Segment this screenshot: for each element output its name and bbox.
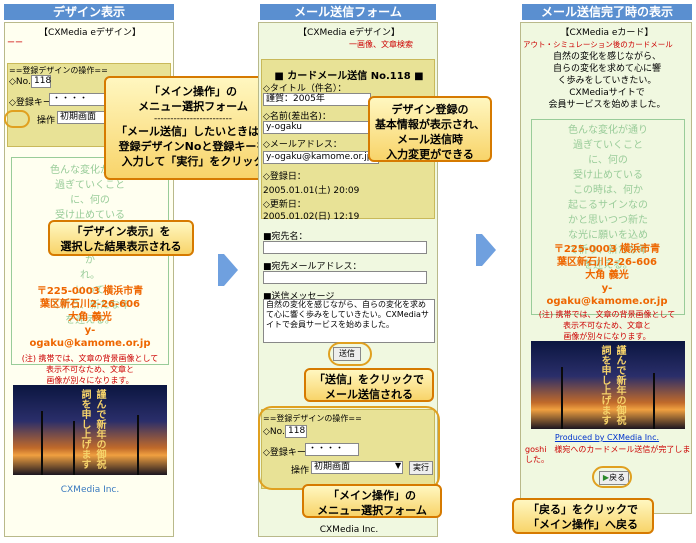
panel2-upd-value: 2005.01.02(日) 12:19 [263,212,360,222]
panel1-ops-heading: ==登録デザインの操作== [9,66,108,75]
panel1-footer: CXMedia Inc. [60,485,120,495]
photo-calligraphy: 謹んで新年の御祝詞を申し上げます [599,345,625,425]
panel1-note: (注) 携帯では、文章の背景画像として 表示不可なため、文章と 画像が別々になります… [21,354,159,385]
panel1-title: 【CXMedia eデザイン】 [39,28,141,38]
callout-back: 「戻る」をクリックで 「メイン操作」へ戻る [512,498,654,534]
callout-ring [4,110,30,128]
flow-arrow [224,254,238,286]
panel2-mail-label: ◇メールアドレス： [263,140,342,150]
palm-trunk [653,373,655,429]
palm-trunk [73,421,75,475]
panel3-photo: 謹んで新年の御祝詞を申し上げます [531,341,685,429]
callout-menu-p2: 「メイン操作」の メニュー選択フォーム [302,484,442,518]
panel2-title: 【CXMedia eデザイン】 [298,28,400,38]
panel2-mail-input[interactable]: y-ogaku@kamome.or.jp [263,151,379,164]
panel1-op-label: 操作 [37,116,56,126]
panel2-reg-value: 2005.01.01(土) 20:09 [263,186,360,196]
panel2-footer: CXMedia Inc. [319,525,379,535]
panel3-phone: 【CXMedia eカード】 アウト・シミュレーション後のカードメール 自然の変… [520,22,692,514]
send-ring [328,342,372,366]
panel3-header: メール送信完了時の表示 [522,4,692,20]
callout-send: 「送信」をクリックで メール送信される [304,368,434,402]
panel3-address: 〒225-0003 横浜市青 葉区新石川2-26-606 大角 義光 y-ogaku@… [546,244,668,307]
panel2-reg-label: ◇登録日： [263,172,306,182]
palm-trunk [41,411,43,475]
panel1-address: 〒225-0003 横浜市青 葉区新石川2-26-606 大角 義光 y-ogaku@… [29,286,151,349]
back-ring [592,466,632,488]
panel2-card-title: ■ カードメール送信 No.118 ■ [274,71,424,82]
panel3-subnote: アウト・シミュレーション後のカードメール [523,40,673,49]
panel1-dashes: ーー [7,38,23,47]
palm-trunk [561,367,563,429]
panel3-note: (注) 携帯では、文章の背景画像として 表示不可なため、文章と 画像が別々になります… [538,310,676,341]
ops-ring [258,406,440,490]
panel2-title-input[interactable]: 謹賀：2005年 [263,93,371,106]
panel2-subnote: 一画像、文章検索 [349,40,413,49]
panel3-message: 自然の変化を感じながら、 自らの変化を求めて心に響 く歩みをしていきたい。 CXMed… [548,52,666,110]
panel1-key-label: ◇登録キー [9,98,52,108]
produced-by-link[interactable]: Produced by CXMedia Inc. [521,433,691,442]
panel3-sent-msg: goshi 様宛へのカードメール送信が完了しました。 [525,445,691,464]
panel1-header: デザイン表示 [4,4,174,20]
panel2-to-mail-input[interactable] [263,271,427,284]
callout-main-menu-p1: 「メイン操作」の メニュー選択フォーム ----------------------… [104,76,282,180]
panel1-no-label: ◇No. [9,77,31,87]
callout-info: デザイン登録の 基本情報が表示され、 メール送信時 入力変更ができる [368,96,492,162]
flow-arrow [482,234,496,266]
panel1-photo: 謹んで新年の御祝詞を申し上げます [13,385,167,475]
callout-design-display: 「デザイン表示」を 選択した結果表示される [48,220,194,256]
panel2-msg-textarea[interactable]: 自然の変化を感じながら、自らの変化を求めて心に響く歩みをしていきたい。CXMed… [263,299,435,343]
palm-trunk [137,415,139,475]
panel3-title: 【CXMedia eカード】 [560,28,654,38]
panel2-sender-input[interactable]: y-ogaku [263,121,371,134]
panel2-header: メール送信フォーム [260,4,436,20]
panel1-no-input[interactable]: 118 [31,75,51,88]
panel2-to-name-input[interactable] [263,241,427,254]
photo-calligraphy: 謹んで新年の御祝詞を申し上げます [79,389,105,469]
panel1-key-input[interactable]: ・・・・ [49,93,107,106]
